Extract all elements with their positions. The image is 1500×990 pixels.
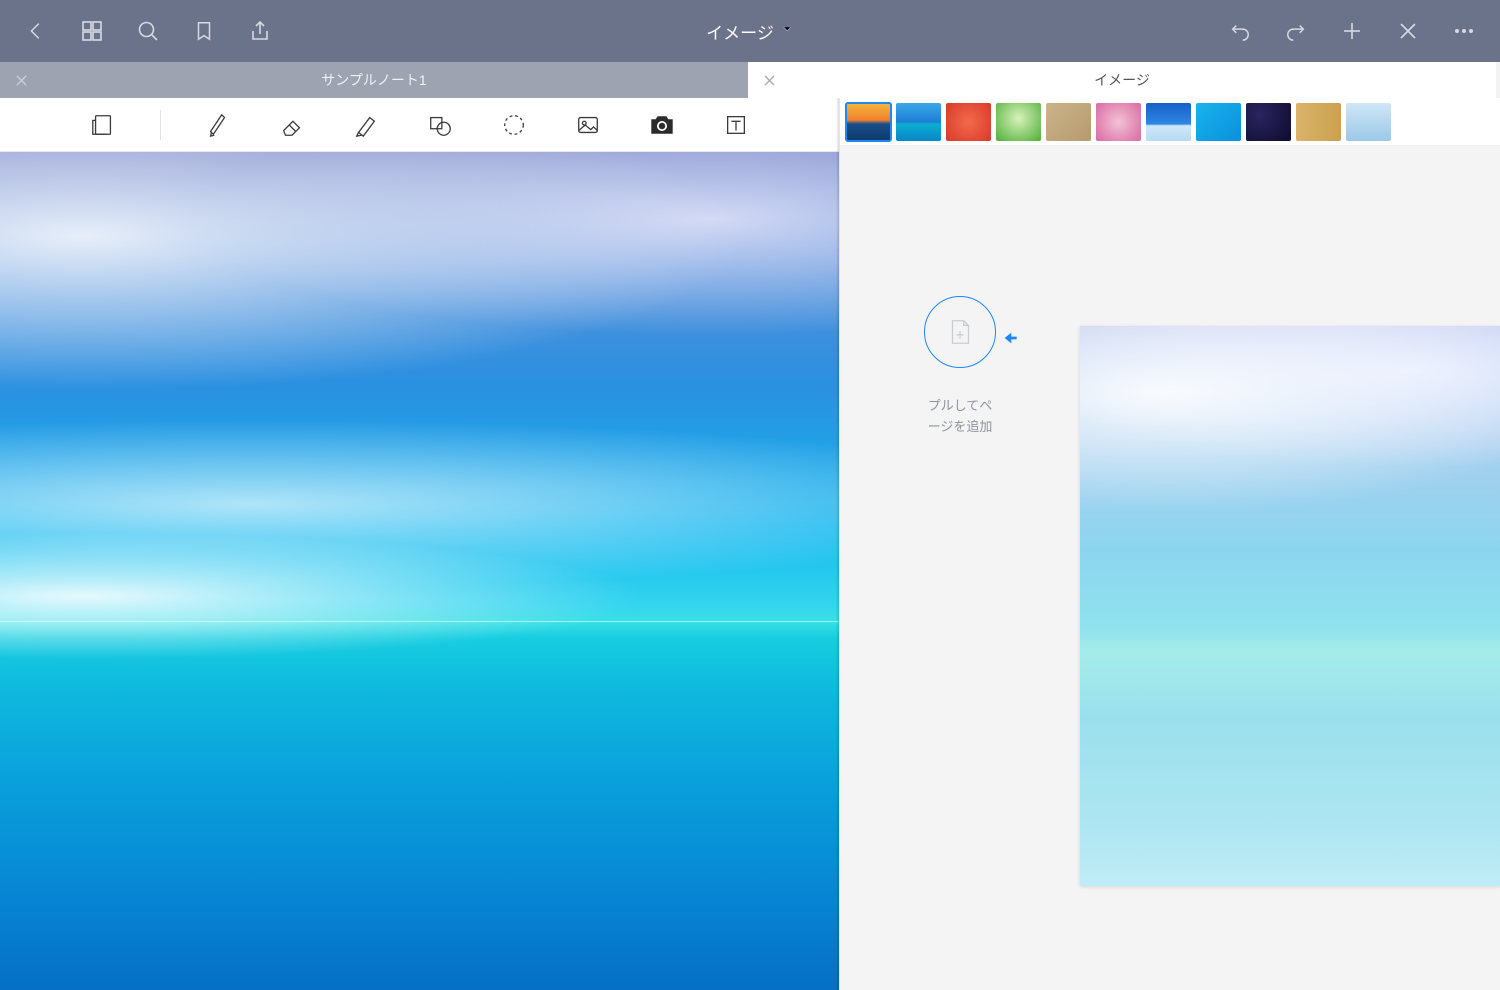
grid-view-icon[interactable] (78, 17, 106, 45)
close-icon[interactable] (14, 73, 28, 87)
pen-tool[interactable] (201, 108, 235, 142)
app-topbar: イメージ (0, 0, 1500, 62)
document-title[interactable]: イメージ (706, 19, 794, 44)
thumbnail-bluesky[interactable] (1146, 103, 1191, 141)
tool-toolbar (0, 98, 839, 152)
page-preview[interactable] (1080, 326, 1500, 886)
text-tool[interactable] (719, 108, 753, 142)
thumbnail-winter[interactable] (1346, 103, 1391, 141)
ocean-image (0, 152, 839, 990)
thumbnail-strip[interactable] (840, 98, 1500, 146)
picker-body: プルしてペ ージを追加 (840, 146, 1500, 990)
bookmark-icon[interactable] (190, 17, 218, 45)
thumbnail-ocean-sky[interactable] (896, 103, 941, 141)
close-cross-icon[interactable] (1394, 17, 1422, 45)
shapes-tool[interactable] (423, 108, 457, 142)
thumbnail-green-leaves[interactable] (996, 103, 1041, 141)
pull-hint-text: プルしてペ ージを追加 (928, 396, 993, 438)
tab-sample-note[interactable]: サンプルノート1 (0, 62, 748, 98)
arrow-left-icon (1000, 330, 1020, 349)
toolbar-separator (160, 110, 161, 140)
lasso-tool[interactable] (497, 108, 531, 142)
tab-label: サンプルノート1 (28, 70, 720, 90)
tab-image[interactable]: イメージ (748, 62, 1496, 98)
camera-tool[interactable] (645, 108, 679, 142)
title-text: イメージ (706, 19, 774, 44)
pull-hint-line1: プルしてペ (928, 398, 993, 413)
eraser-tool[interactable] (275, 108, 309, 142)
redo-button[interactable] (1282, 17, 1310, 45)
tab-label: イメージ (776, 70, 1468, 90)
share-icon[interactable] (246, 17, 274, 45)
thumbnail-wood[interactable] (1296, 103, 1341, 141)
chevron-down-icon (780, 21, 794, 41)
thumbnail-sand[interactable] (1046, 103, 1091, 141)
close-icon[interactable] (762, 73, 776, 87)
image-picker-pane: プルしてペ ージを追加 (840, 98, 1500, 990)
more-icon[interactable] (1450, 17, 1478, 45)
main-split: プルしてペ ージを追加 (0, 98, 1500, 990)
highlighter-tool[interactable] (349, 108, 383, 142)
back-button[interactable] (22, 17, 50, 45)
add-page-circle[interactable] (924, 296, 996, 368)
thumbnail-night-stars[interactable] (1246, 103, 1291, 141)
undo-button[interactable] (1226, 17, 1254, 45)
pull-hint-line2: ージを追加 (928, 419, 993, 434)
thumbnail-autumn-red[interactable] (946, 103, 991, 141)
add-button[interactable] (1338, 17, 1366, 45)
pull-to-add-hint: プルしてペ ージを追加 (840, 146, 1080, 990)
topbar-left (22, 17, 274, 45)
image-tool[interactable] (571, 108, 605, 142)
thumbnail-sunset[interactable] (846, 103, 891, 141)
thumbnail-water-tex[interactable] (1196, 103, 1241, 141)
thumbnail-blossom[interactable] (1096, 103, 1141, 141)
topbar-right (1226, 17, 1478, 45)
page-style-tool[interactable] (86, 108, 120, 142)
canvas-area[interactable] (0, 152, 839, 990)
tab-strip: サンプルノート1 イメージ (0, 62, 1500, 98)
editor-pane (0, 98, 840, 990)
search-icon[interactable] (134, 17, 162, 45)
